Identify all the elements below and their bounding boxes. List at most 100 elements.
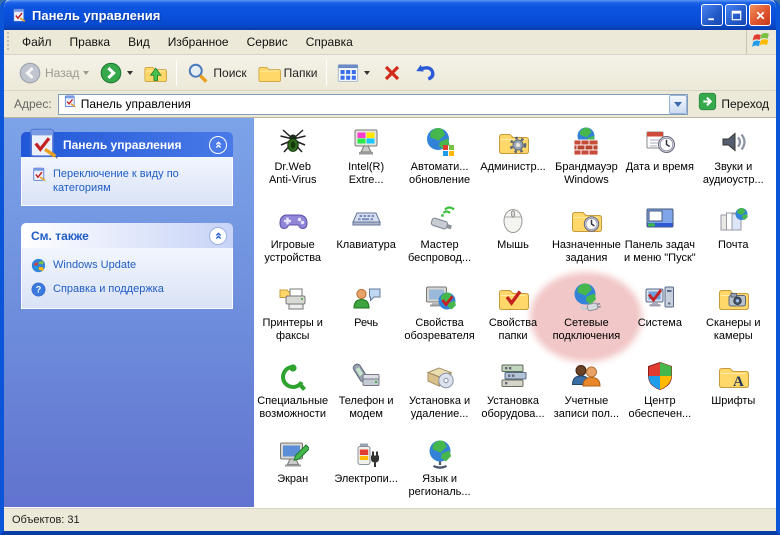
control-panel-item[interactable]: Система [623, 278, 696, 356]
control-panel-item[interactable]: Клавиатура [329, 200, 402, 278]
back-button[interactable]: Назад [13, 58, 94, 88]
menu-item-вид[interactable]: Вид [119, 32, 159, 52]
control-panel-item-label: Игровые устройства [264, 239, 321, 265]
control-panel-item-label: Звуки и аудиоустр... [703, 161, 764, 187]
menu-item-файл[interactable]: Файл [13, 32, 61, 52]
menu-item-сервис[interactable]: Сервис [238, 32, 297, 52]
go-icon [698, 92, 717, 111]
go-button-label: Переход [721, 97, 769, 111]
control-panel-item[interactable]: Свойства обозревателя [403, 278, 476, 356]
control-panel-item-label: Dr.Web Anti-Virus [269, 161, 316, 187]
address-bar: Адрес: Панель управления Переход [4, 91, 776, 118]
control-panel-item[interactable]: Сетевые подключения [550, 278, 623, 356]
fonts-icon: A [717, 360, 749, 392]
control-panel-item-label: Брандмауэр Windows [555, 161, 618, 187]
task-link-label: Windows Update [53, 258, 136, 274]
task-link[interactable]: ? Справка и поддержка [30, 282, 224, 298]
control-panel-item[interactable]: Мышь [476, 200, 549, 278]
control-panel-item[interactable]: Речь [329, 278, 402, 356]
control-panel-item[interactable]: Центр обеспечен... [623, 356, 696, 434]
control-panel-item-label: Установка оборудова... [481, 395, 544, 421]
control-panel-item[interactable]: Игровые устройства [256, 200, 329, 278]
menu-item-справка[interactable]: Справка [297, 32, 362, 52]
keyboard-icon [350, 204, 382, 236]
control-panel-item[interactable]: Установка оборудова... [476, 356, 549, 434]
task-panel-header[interactable]: См. также [21, 223, 233, 248]
control-panel-item[interactable]: Принтеры и факсы [256, 278, 329, 356]
task-link[interactable]: Windows Update [30, 258, 224, 274]
control-panel-item[interactable]: Сканеры и камеры [697, 278, 770, 356]
wireless-wizard-icon [424, 204, 456, 236]
control-panel-item-label: Почта [718, 239, 749, 252]
control-panel-item[interactable]: Dr.Web Anti-Virus [256, 122, 329, 200]
control-panel-item[interactable]: Электропи... [329, 434, 402, 507]
address-dropdown-button[interactable] [669, 95, 687, 114]
menu-item-избранное[interactable]: Избранное [159, 32, 238, 52]
category-view-icon [30, 166, 47, 183]
control-panel-item[interactable]: Панель задач и меню "Пуск" [623, 200, 696, 278]
control-panel-item[interactable]: Установка и удаление... [403, 356, 476, 434]
task-panel-1: Панель управленияПереключение к виду по … [21, 132, 233, 206]
undo-button[interactable] [409, 58, 443, 88]
maximize-button[interactable] [725, 4, 747, 26]
toolbar-button-label: Назад [45, 66, 79, 80]
control-panel-item[interactable]: Язык и региональ... [403, 434, 476, 507]
go-icon [698, 92, 717, 116]
windows-update-icon [30, 257, 47, 274]
add-remove-programs-icon [424, 360, 456, 392]
control-panel-item[interactable]: AШрифты [697, 356, 770, 434]
control-panel-item[interactable]: Назначенные задания [550, 200, 623, 278]
game-controllers-icon [277, 204, 309, 236]
go-button[interactable]: Переход [694, 91, 773, 117]
search-button[interactable]: Поиск [181, 58, 251, 88]
control-panel-item-label: Назначенные задания [552, 239, 621, 265]
views-button[interactable] [331, 58, 375, 88]
help-icon: ? [30, 281, 47, 298]
control-panel-item-label: Экран [277, 473, 308, 486]
control-panel-item[interactable]: Автомати... обновление [403, 122, 476, 200]
back-icon [18, 61, 42, 85]
control-panel-item-label: Специальные возможности [257, 395, 328, 421]
control-panel-item[interactable]: Брандмауэр Windows [550, 122, 623, 200]
svg-text:A: A [733, 374, 744, 390]
title-bar[interactable]: Панель управления [4, 0, 776, 30]
control-panel-icon [62, 94, 77, 109]
menubar-grip[interactable] [5, 32, 12, 52]
menu-item-правка[interactable]: Правка [61, 32, 120, 52]
control-panel-item[interactable]: Intel(R) Extre... [329, 122, 402, 200]
collapse-panel-button[interactable] [209, 136, 227, 154]
control-panel-item-label: Учетные записи пол... [554, 395, 619, 421]
task-link[interactable]: Переключение к виду по категориям [30, 167, 224, 195]
control-panel-item[interactable]: Дата и время [623, 122, 696, 200]
collapse-panel-button[interactable] [209, 227, 227, 245]
control-panel-item[interactable]: Специальные возможности [256, 356, 329, 434]
forward-button[interactable] [94, 58, 138, 88]
security-center-icon [644, 360, 676, 392]
control-panel-item[interactable]: Мастер беспровод... [403, 200, 476, 278]
control-panel-item-label: Центр обеспечен... [628, 395, 691, 421]
minimize-button[interactable] [701, 4, 723, 26]
control-panel-item-label: Сканеры и камеры [706, 317, 761, 343]
system-icon [644, 282, 676, 314]
close-button[interactable] [749, 4, 771, 26]
date-time-icon [644, 126, 676, 158]
control-panel-item-label: Установка и удаление... [409, 395, 470, 421]
folders-icon [257, 61, 281, 85]
add-hardware-icon [497, 360, 529, 392]
delete-button[interactable] [375, 58, 409, 88]
task-link-label: Справка и поддержка [53, 282, 164, 298]
control-panel-item[interactable]: Экран [256, 434, 329, 507]
up-button[interactable] [138, 58, 172, 88]
control-panel-item[interactable]: Телефон и модем [329, 356, 402, 434]
window-title: Панель управления [32, 8, 701, 23]
control-panel-item[interactable]: Звуки и аудиоустр... [697, 122, 770, 200]
control-panel-item-label: Мышь [497, 239, 529, 252]
toolbar-button-label: Поиск [213, 66, 246, 80]
address-input[interactable]: Панель управления [58, 94, 689, 115]
control-panel-item[interactable]: Почта [697, 200, 770, 278]
task-panel-body: Переключение к виду по категориям [21, 157, 233, 206]
sounds-audio-icon [717, 126, 749, 158]
control-panel-item[interactable]: Учетные записи пол... [550, 356, 623, 434]
folders-button[interactable]: Папки [252, 58, 323, 88]
control-panel-item[interactable]: Администр... [476, 122, 549, 200]
